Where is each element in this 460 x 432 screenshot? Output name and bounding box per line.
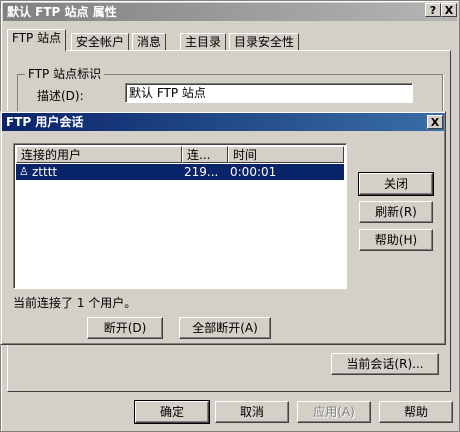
window-close-button[interactable]: X [441, 3, 457, 17]
tab-messages[interactable]: 消息 [132, 33, 167, 51]
row-from: 219... [184, 165, 219, 179]
tab-home-directory[interactable]: 主目录 [180, 33, 227, 51]
help-button[interactable]: 帮助 [379, 401, 453, 423]
status-text: 当前连接了 1 个用户。 [13, 296, 137, 310]
user-icon: ♙ [19, 165, 29, 178]
tab-directory-security[interactable]: 目录安全性 [229, 33, 300, 51]
row-time: 0:00:01 [230, 165, 277, 179]
sessions-titlebar[interactable]: FTP 用户会话 [2, 113, 444, 131]
current-sessions-button[interactable]: 当前会话(R)... [331, 353, 439, 375]
group-label: FTP 站点标识 [25, 65, 105, 82]
ftp-sessions-dialog: FTP 用户会话 X 连接的用户 连... 时间 ♙ ztttt 219... … [0, 111, 446, 345]
apply-button[interactable]: 应用(A) [297, 401, 371, 423]
sessions-help-button[interactable]: 帮助(H) [359, 229, 433, 251]
help-question-button[interactable]: ? [425, 3, 441, 17]
description-input[interactable]: 默认 FTP 站点 [125, 83, 413, 103]
sessions-close-icon[interactable]: X [427, 115, 443, 129]
cancel-button[interactable]: 取消 [215, 401, 289, 423]
tab-ftp-site[interactable]: FTP 站点 [7, 29, 67, 51]
description-label: 描述(D): [37, 89, 84, 103]
refresh-button[interactable]: 刷新(R) [359, 201, 433, 223]
disconnect-all-button[interactable]: 全部断开(A) [179, 317, 271, 339]
column-connected-users[interactable]: 连接的用户 [16, 146, 182, 163]
window-title: 默认 FTP 站点 属性 [7, 5, 117, 19]
sessions-listview[interactable]: 连接的用户 连... 时间 ♙ ztttt 219... 0:00:01 [13, 143, 347, 289]
column-connected-from[interactable]: 连... [182, 146, 228, 163]
tab-security-accounts[interactable]: 安全帐户 [71, 33, 130, 51]
column-time[interactable]: 时间 [228, 146, 344, 163]
close-button[interactable]: 关闭 [358, 172, 434, 196]
row-user: ztttt [32, 165, 58, 179]
sessions-title: FTP 用户会话 [6, 115, 84, 129]
properties-titlebar[interactable]: 默认 FTP 站点 属性 [3, 3, 457, 21]
ok-button[interactable]: 确定 [134, 400, 210, 424]
table-row[interactable]: ♙ ztttt 219... 0:00:01 [16, 164, 344, 180]
disconnect-button[interactable]: 断开(D) [87, 317, 163, 339]
